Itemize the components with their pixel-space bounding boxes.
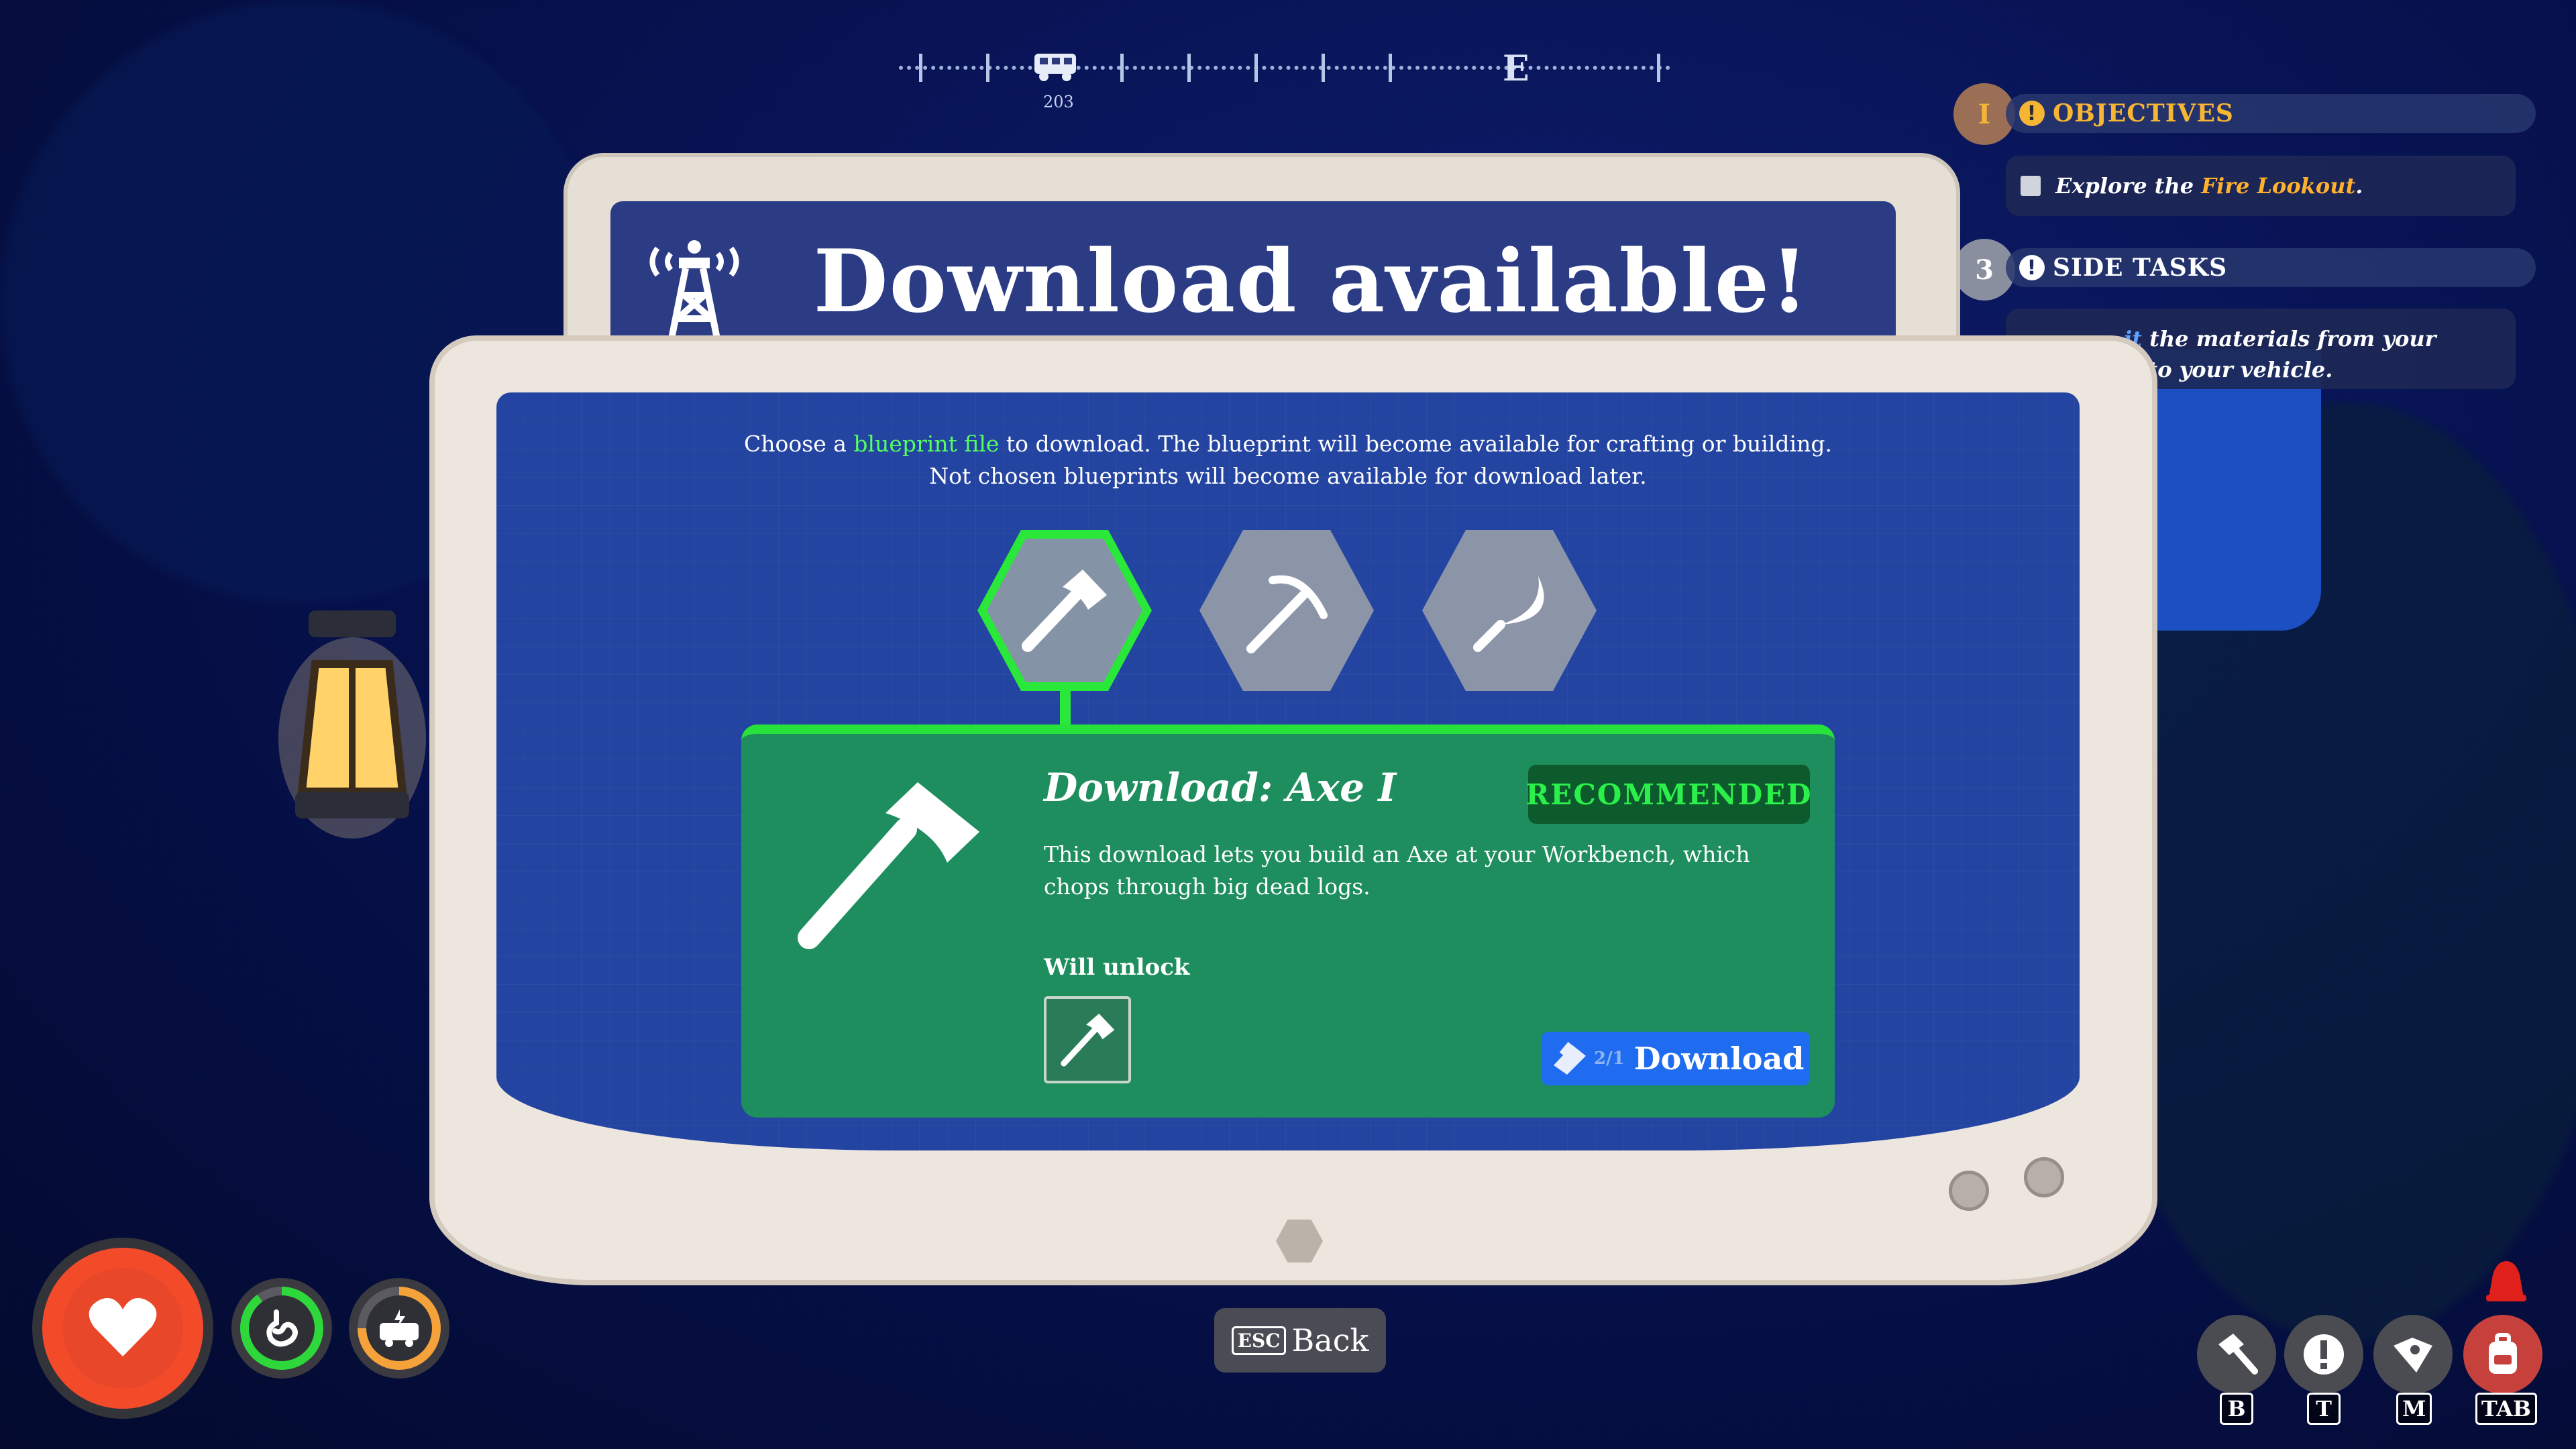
compass-tick [1120,54,1124,82]
hammer-icon [2218,1334,2258,1375]
objectives-header[interactable]: ! OBJECTIVES [2006,94,2536,133]
compass-tick [986,54,989,82]
hotkey-m: M [2396,1393,2432,1425]
radio-tower-icon [649,240,739,343]
unlock-item-slot[interactable] [1044,996,1131,1083]
build-menu-button[interactable] [2197,1315,2276,1394]
objective-task-text: Explore the Fire Lookout. [2055,173,2363,199]
hotkey-b: B [2220,1393,2253,1425]
monitor-knob [1949,1171,1989,1211]
side-tasks-header[interactable]: ! SIDE TASKS [2006,248,2536,287]
exclamation-icon: ! [2019,255,2045,280]
stomach-icon [266,1309,298,1347]
side-tasks-header-label: SIDE TASKS [2053,254,2228,282]
backpack-icon [2489,1333,2517,1374]
blueprint-link: blueprint file [853,431,1000,457]
objectives-header-label: OBJECTIVES [2053,99,2234,127]
compass-bar: 203 E [899,47,1670,111]
heart-icon [89,1298,157,1356]
back-label: Back [1291,1322,1369,1358]
card-description: This download lets you build an Axe at y… [1044,841,1750,900]
map-button[interactable] [2373,1315,2453,1394]
lantern-icon [278,610,426,839]
download-label: Download [1633,1040,1805,1077]
compass-tick [1657,54,1660,82]
download-button[interactable]: 2/1 Download [1542,1032,1810,1085]
recommended-badge: RECOMMENDED [1525,765,1811,824]
exclamation-icon [2304,1334,2344,1375]
compass-tick [1187,54,1191,82]
vehicle-fuel-meter [349,1278,449,1379]
back-button[interactable]: ESC Back [1214,1308,1386,1373]
hotkey-t: T [2307,1393,2341,1425]
vehicle-marker-icon [1034,54,1076,81]
map-icon [2394,1338,2432,1373]
dialog-intro: Choose a blueprint file to download. The… [744,431,1832,489]
pickaxe-icon [1246,575,1328,653]
side-task-line2: into your vehicle. [2124,357,2333,382]
card-title: Download: Axe I [1044,765,1397,810]
hunger-meter [231,1278,332,1379]
exclamation-icon: ! [2019,101,2045,126]
selection-connector [1060,688,1071,729]
axe-icon [1022,570,1107,652]
download-count: 2/1 [1594,1049,1625,1069]
axe-icon [798,782,979,949]
health-meter [32,1238,213,1419]
blueprint-file-icon [1554,1042,1586,1075]
compass-tick [919,54,922,82]
side-task-line1: it the materials from your [2124,326,2436,352]
objective-task[interactable]: Explore the Fire Lookout. [2006,156,2516,216]
tasks-button[interactable] [2284,1315,2363,1394]
esc-key: ESC [1231,1326,1287,1355]
monitor-knob [2024,1157,2064,1197]
compass-tick [1254,54,1258,82]
compass-tick [1389,54,1392,82]
sickle-icon [1473,576,1544,652]
objective-location: Fire Lookout [2201,173,2356,199]
compass-line [899,66,1670,70]
dialog-title: Download available! [813,231,1810,332]
will-unlock-label: Will unlock [1044,954,1190,981]
compass-east: E [1503,48,1529,89]
axe-icon [1061,1013,1115,1067]
van-charge-icon [380,1309,419,1347]
hotkey-tab: TAB [2475,1393,2537,1425]
inventory-button[interactable] [2463,1315,2542,1394]
alert-bell-icon [2486,1261,2526,1301]
vehicle-distance: 203 [1043,93,1074,111]
objective-checkbox [2021,176,2041,196]
compass-tick [1322,54,1325,82]
